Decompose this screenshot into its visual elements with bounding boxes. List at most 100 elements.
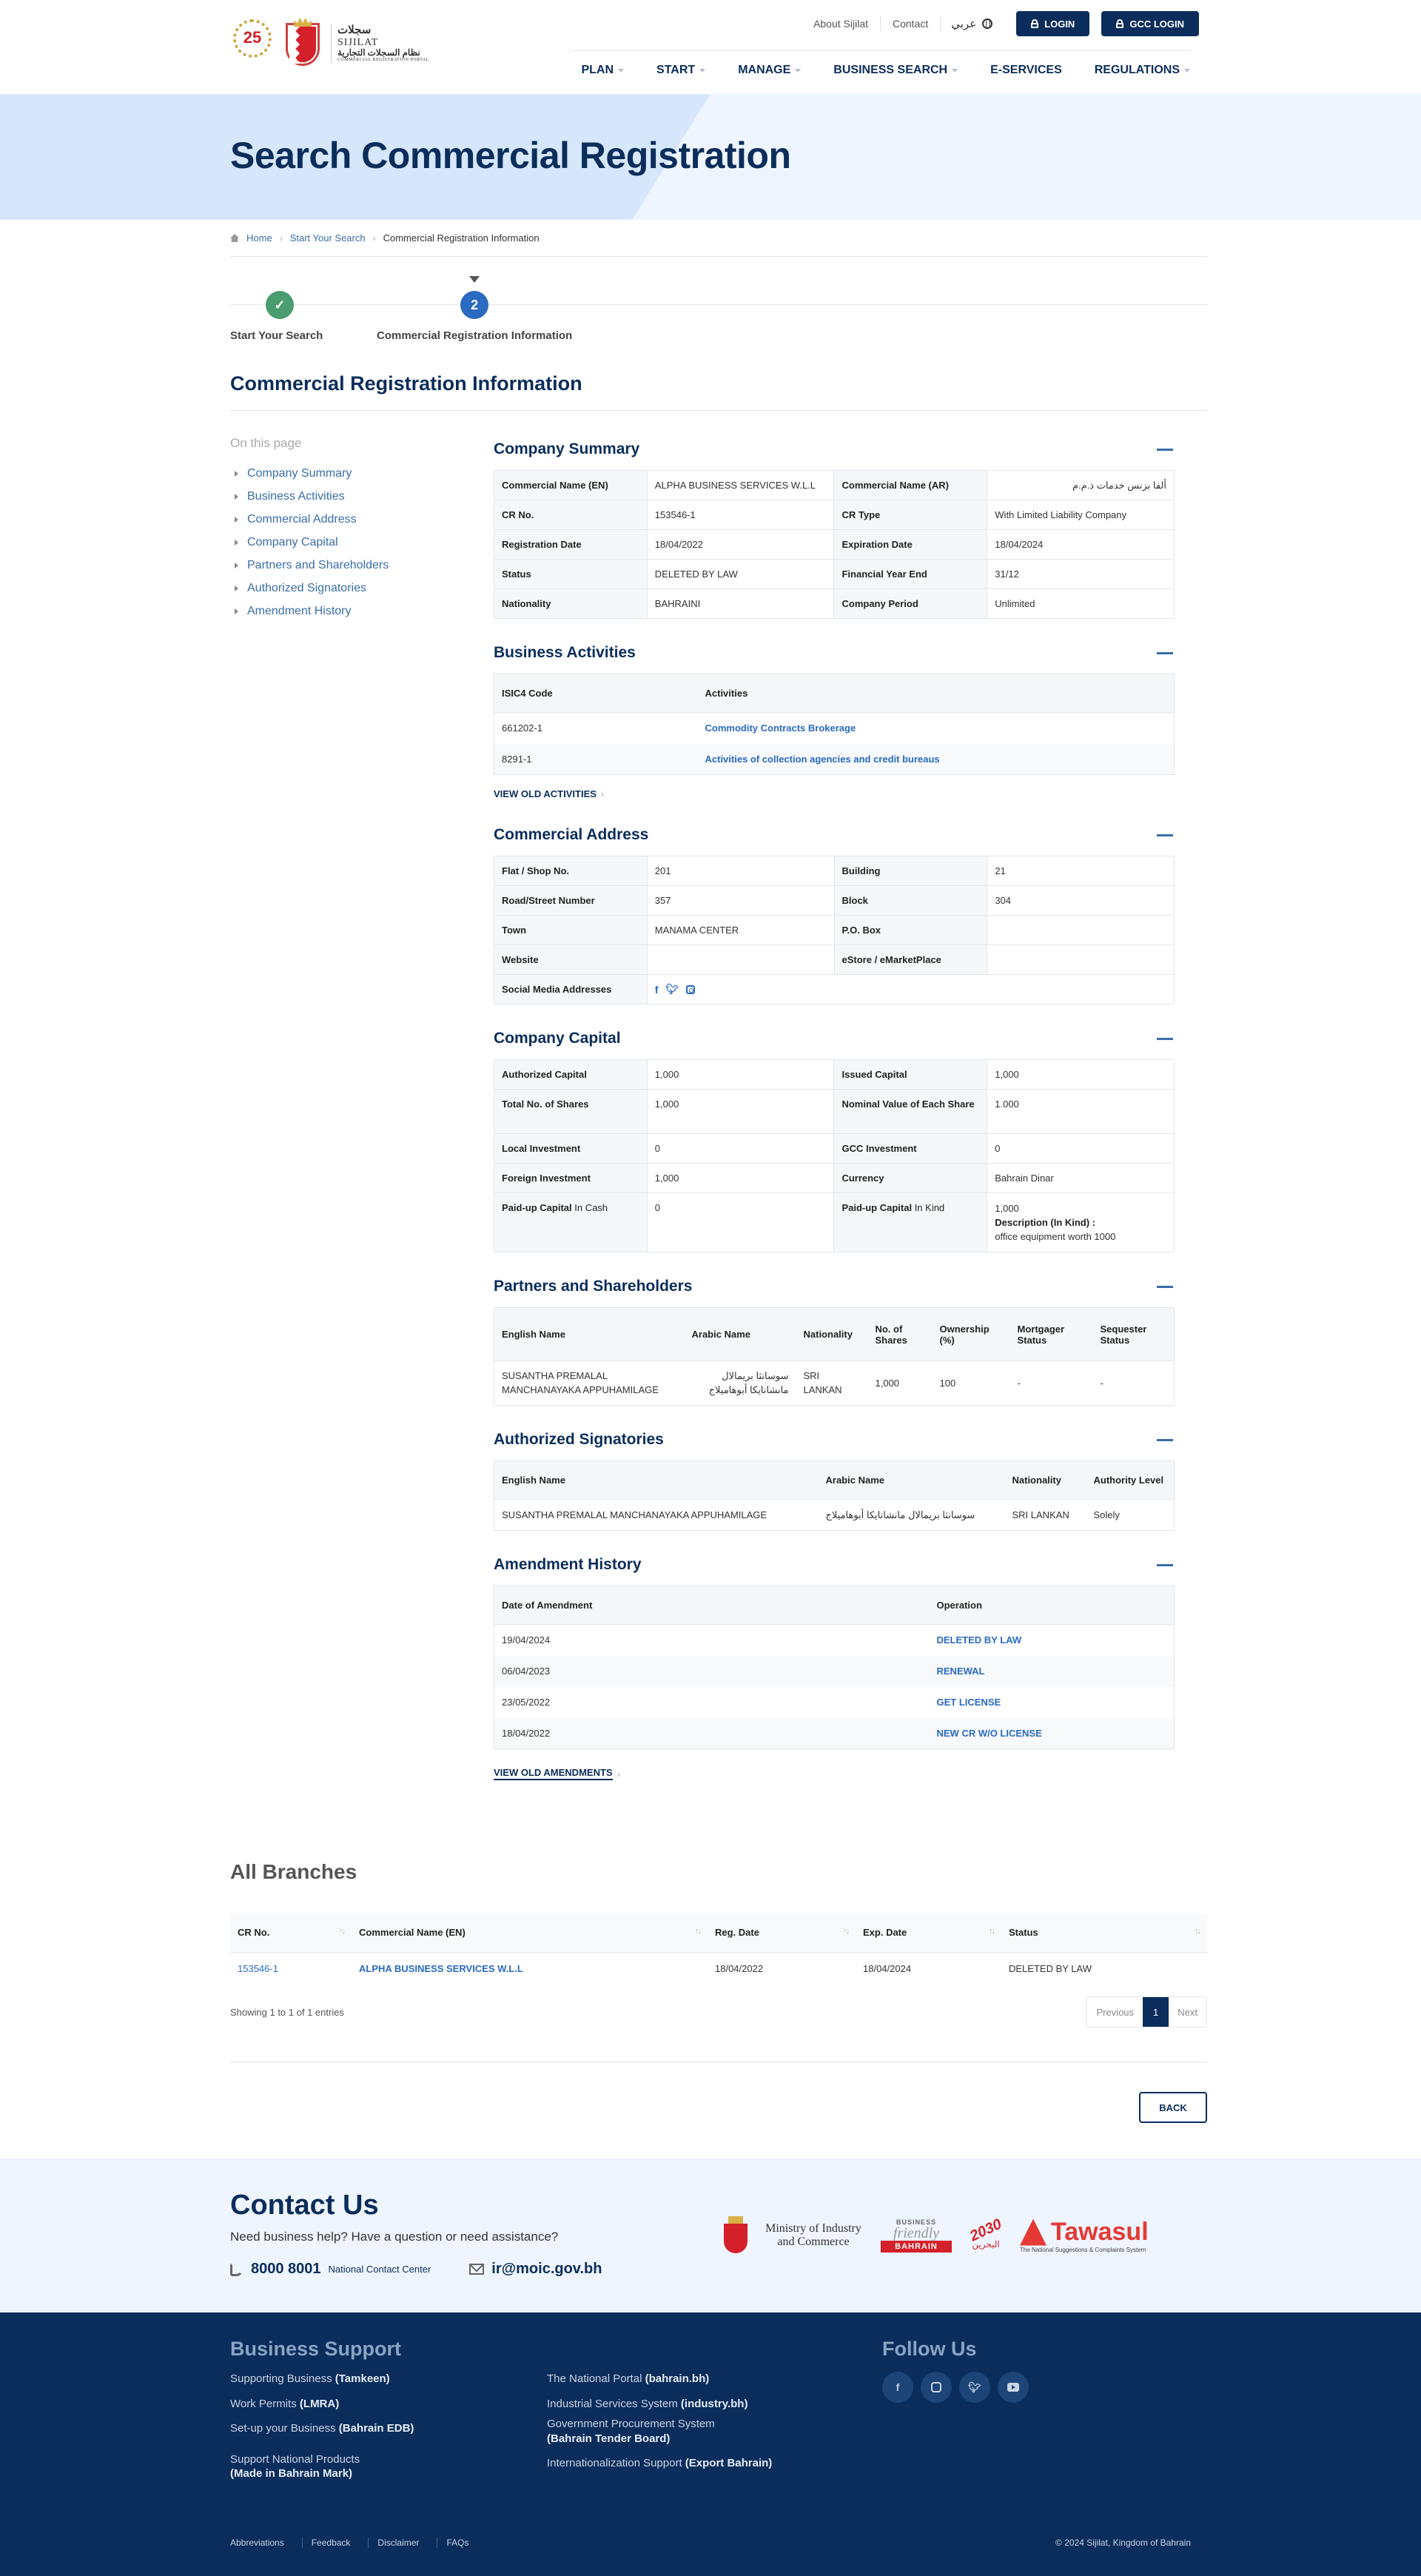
hero-title: Search Commercial Registration (230, 135, 791, 176)
breadcrumb-start-search[interactable]: Start Your Search (290, 232, 366, 244)
contact-subtitle: Need business help? Have a question or n… (230, 2230, 559, 2244)
sort-icon: ↑↓ (989, 1927, 995, 1936)
footer-link-abbreviations[interactable]: Abbreviations (230, 2538, 303, 2548)
sort-reg-date[interactable]: Reg. Date ↑↓ (708, 1913, 856, 1953)
footer-link-faqs[interactable]: FAQs (437, 2538, 486, 2548)
language-toggle[interactable]: عربي (941, 17, 982, 30)
collapse-icon[interactable] (1157, 833, 1173, 836)
page-1-button[interactable]: 1 (1143, 1997, 1169, 2027)
next-page-button[interactable]: Next (1169, 1997, 1206, 2027)
25-years-badge-icon: 25 (230, 15, 275, 73)
collapse-icon[interactable] (1157, 651, 1173, 654)
twitter-icon[interactable]: 🐦︎ (959, 2372, 990, 2403)
sidenav-item-company-capital[interactable]: Company Capital (230, 536, 494, 549)
facebook-icon[interactable]: f (882, 2372, 913, 2403)
nav-regulations[interactable]: REGULATIONS (1078, 64, 1190, 77)
sort-icon: ↑↓ (843, 1927, 850, 1936)
caret-down-icon (795, 68, 802, 73)
mail-icon (469, 2264, 485, 2275)
nav-e-services[interactable]: E-SERVICES (974, 64, 1078, 77)
table-row: Foreign Investment 1,000 Currency Bahrain D… (494, 1163, 1175, 1193)
branch-cr-link[interactable]: 153546-1 (238, 1963, 278, 1974)
nav-manage[interactable]: MANAGE (722, 64, 817, 77)
footer-link-export-bahrain[interactable]: Internationalization Support (Export Bah… (547, 2456, 843, 2471)
progress-stepper: ✓ Start Your Search 2 Commercial Registr… (230, 275, 1207, 356)
breadcrumb-home[interactable]: Home (246, 232, 272, 244)
youtube-icon[interactable] (998, 2372, 1029, 2403)
step-start-search[interactable]: ✓ Start Your Search (230, 291, 323, 342)
sort-exp-date[interactable]: Exp. Date ↑↓ (856, 1913, 1001, 1953)
nav-start[interactable]: START (640, 64, 722, 77)
amendment-operation-link[interactable]: GET LICENSE (937, 1697, 1001, 1708)
footer-link-industry[interactable]: Industrial Services System (industry.bh) (547, 2397, 843, 2412)
breadcrumb: Home › Start Your Search › Commercial Re… (230, 220, 1207, 257)
footer-link-edb[interactable]: Set-up your Business (Bahrain EDB) (230, 2421, 541, 2436)
follow-us-title: Follow Us (882, 2338, 977, 2360)
footer-link-disclaimer[interactable]: Disclaimer (369, 2538, 438, 2548)
view-old-activities-link[interactable]: VIEW OLD ACTIVITIES › (494, 788, 604, 799)
bahrain-crest-icon (719, 2215, 752, 2256)
table-row: Flat / Shop No. 201 Building 21 (494, 856, 1175, 886)
sidenav-item-company-summary[interactable]: Company Summary (230, 467, 494, 480)
collapse-icon[interactable] (1157, 1563, 1173, 1566)
amendment-operation-link[interactable]: NEW CR W/O LICENSE (937, 1728, 1042, 1739)
phone-number-link[interactable]: 8000 8001 (251, 2261, 321, 2278)
collapse-icon[interactable] (1157, 1438, 1173, 1441)
entries-info: Showing 1 to 1 of 1 entries (230, 2006, 344, 2018)
lock-icon (1116, 19, 1124, 28)
globe-icon[interactable] (982, 19, 993, 29)
collapse-icon[interactable] (1157, 448, 1173, 451)
activity-link[interactable]: Activities of collection agencies and cr… (705, 754, 940, 765)
view-old-amendments-link[interactable]: VIEW OLD AMENDMENTS › (494, 1767, 620, 1780)
login-button[interactable]: LOGIN (1016, 11, 1090, 36)
back-button[interactable]: BACK (1139, 2092, 1207, 2123)
footer-link-tender-board[interactable]: Government Procurement System (Bahrain Te… (547, 2417, 843, 2446)
footer-link-tamkeen[interactable]: Supporting Business (Tamkeen) (230, 2372, 541, 2387)
social-links: f 🐦︎ (882, 2372, 1029, 2403)
twitter-icon[interactable]: 🐦︎ (665, 983, 679, 996)
sort-commercial-name[interactable]: Commercial Name (EN) ↑↓ (352, 1913, 708, 1953)
footer-link-lmra[interactable]: Work Permits (LMRA) (230, 2397, 541, 2412)
branch-name-link[interactable]: ALPHA BUSINESS SERVICES W.L.L (359, 1963, 523, 1974)
activities-table: ISIC4 Code Activities 661202-1 Commodity C… (494, 674, 1175, 775)
footer-link-feedback[interactable]: Feedback (303, 2538, 369, 2548)
sidenav-item-amendment-history[interactable]: Amendment History (230, 605, 494, 618)
signatories-panel: Authorized Signatories English Name Arab… (494, 1431, 1175, 1531)
sidenav-item-partners[interactable]: Partners and Shareholders (230, 559, 494, 572)
moic-logo[interactable]: Ministry of Industry and Commerce (719, 2215, 869, 2256)
support-links-col-1: Supporting Business (Tamkeen) Work Permi… (230, 2372, 541, 2492)
panel-title: Amendment History (494, 1556, 642, 1573)
footer-link-made-in-bahrain[interactable]: Support National Products (Made in Bahrai… (230, 2452, 541, 2481)
nav-plan[interactable]: PLAN (565, 64, 640, 77)
activity-link[interactable]: Commodity Contracts Brokerage (705, 722, 856, 734)
sijilat-logo[interactable]: 25 سجلات SIJILAT نظام السجلات التجارية C… (230, 15, 429, 73)
contact-link[interactable]: Contact (881, 16, 941, 31)
sidenav-item-commercial-address[interactable]: Commercial Address (230, 513, 494, 526)
tawasul-logo[interactable]: Tawasul The National Suggestions & Compl… (1020, 2218, 1149, 2253)
amendment-operation-link[interactable]: DELETED BY LAW (937, 1634, 1022, 1646)
support-links-col-2: The National Portal (bahrain.bh) Industr… (547, 2372, 843, 2481)
sidenav-item-business-activities[interactable]: Business Activities (230, 490, 494, 503)
facebook-icon[interactable]: f (655, 984, 659, 996)
table-row: 8291-1 Activities of collection agencies … (494, 743, 1175, 775)
sort-cr-no[interactable]: CR No. ↑↓ (230, 1913, 352, 1953)
sidenav-item-signatories[interactable]: Authorized Signatories (230, 582, 494, 595)
vision-2030-logo[interactable]: 2030 البحرين (964, 2216, 1008, 2249)
amendment-operation-link[interactable]: RENEWAL (937, 1666, 985, 1677)
collapse-icon[interactable] (1157, 1037, 1173, 1040)
email-link[interactable]: ir@moic.gov.bh (491, 2261, 602, 2278)
about-sijilat-link[interactable]: About Sijilat (802, 16, 881, 31)
amendments-table: Date of Amendment Operation 19/04/2024 DEL… (494, 1586, 1175, 1749)
instagram-icon[interactable] (686, 985, 696, 994)
sort-status[interactable]: Status ↑↓ (1001, 1913, 1207, 1953)
business-friendly-bahrain-logo[interactable]: BUSINESS friendly BAHRAIN (881, 2218, 952, 2253)
gcc-login-button[interactable]: GCC LOGIN (1101, 11, 1199, 36)
chevron-right-icon: › (617, 1768, 620, 1780)
nav-business-search[interactable]: BUSINESS SEARCH (817, 64, 974, 77)
caret-down-icon (1184, 68, 1190, 73)
footer-link-national-portal[interactable]: The National Portal (bahrain.bh) (547, 2372, 843, 2387)
instagram-icon[interactable] (921, 2372, 952, 2403)
previous-page-button[interactable]: Previous (1087, 1997, 1143, 2027)
caret-down-icon (952, 68, 958, 73)
collapse-icon[interactable] (1157, 1285, 1173, 1288)
